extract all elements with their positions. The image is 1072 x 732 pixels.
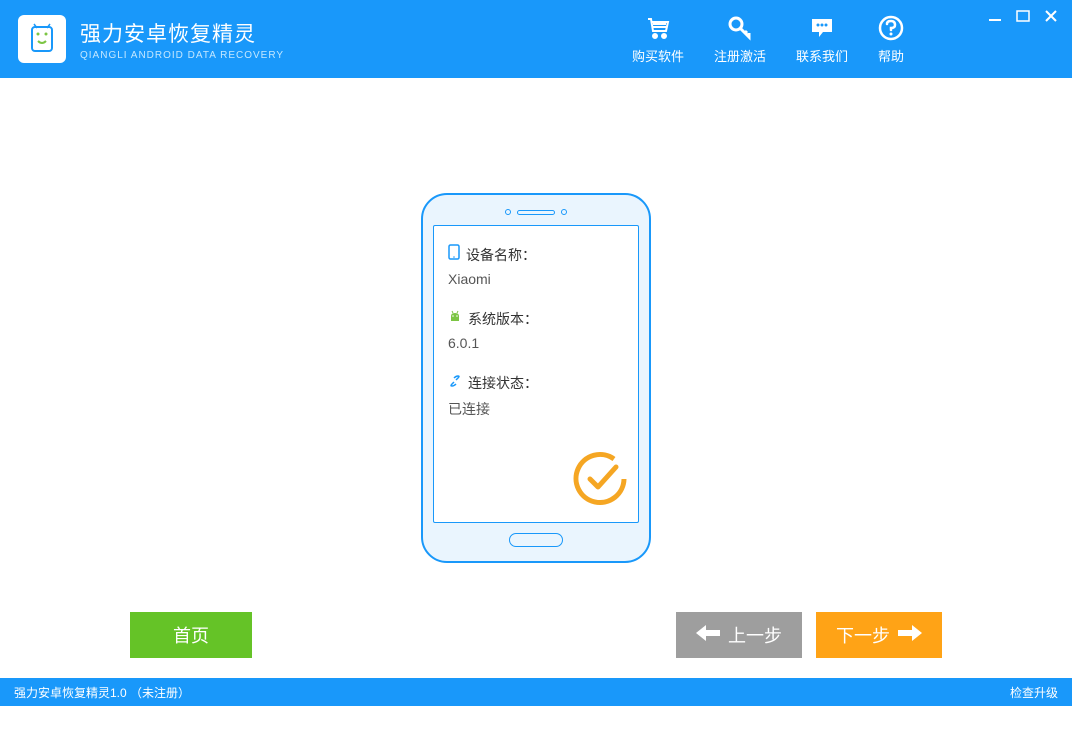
android-icon [448, 310, 462, 329]
device-name-block: 设备名称： Xiaomi [448, 244, 624, 287]
arrow-left-icon [696, 625, 720, 646]
status-value: 已连接 [448, 399, 624, 419]
app-header: 强力安卓恢复精灵 QIANGLI ANDROID DATA RECOVERY 购… [0, 0, 1072, 78]
activate-button[interactable]: 注册激活 [714, 14, 766, 65]
link-icon [448, 374, 462, 393]
title-block: 强力安卓恢复精灵 QIANGLI ANDROID DATA RECOVERY [80, 18, 284, 61]
chat-icon [809, 14, 835, 42]
buy-label: 购买软件 [632, 46, 684, 65]
version-value: 6.0.1 [448, 335, 624, 351]
check-update-link[interactable]: 检查升级 [1010, 684, 1058, 701]
status-bar: 强力安卓恢复精灵1.0 （未注册） 检查升级 [0, 678, 1072, 706]
system-version-block: 系统版本： 6.0.1 [448, 309, 624, 351]
next-button-label: 下一步 [836, 622, 890, 648]
device-name-value: Xiaomi [448, 271, 624, 287]
help-label: 帮助 [878, 46, 904, 65]
previous-button[interactable]: 上一步 [676, 612, 802, 658]
navigation-buttons: 首页 上一步 下一步 [0, 612, 1072, 658]
version-label: 系统版本： [468, 309, 538, 329]
help-icon [878, 14, 904, 42]
next-button[interactable]: 下一步 [816, 612, 942, 658]
connected-check-icon [570, 449, 630, 514]
main-content: 设备名称： Xiaomi 系统版本： 6.0.1 连接状态： [0, 78, 1072, 678]
app-logo [18, 15, 66, 63]
phone-speaker [505, 209, 567, 215]
connection-status-block: 连接状态： 已连接 [448, 373, 624, 419]
home-button[interactable]: 首页 [130, 612, 252, 658]
phone-icon [448, 244, 460, 265]
activate-label: 注册激活 [714, 46, 766, 65]
cart-icon [644, 14, 672, 42]
prev-button-label: 上一步 [728, 622, 782, 648]
arrow-right-icon [898, 625, 922, 646]
app-subtitle: QIANGLI ANDROID DATA RECOVERY [80, 50, 284, 61]
maximize-button[interactable] [1016, 8, 1030, 26]
close-button[interactable] [1044, 8, 1058, 26]
key-icon [727, 14, 753, 42]
help-button[interactable]: 帮助 [878, 14, 904, 65]
status-label: 连接状态： [468, 373, 538, 393]
phone-illustration: 设备名称： Xiaomi 系统版本： 6.0.1 连接状态： [421, 193, 651, 563]
header-actions: 购买软件 注册激活 联系我们 [632, 14, 904, 65]
device-name-label: 设备名称： [466, 245, 536, 265]
contact-label: 联系我们 [796, 46, 848, 65]
app-title: 强力安卓恢复精灵 [80, 18, 284, 48]
footer-status: 强力安卓恢复精灵1.0 （未注册） [14, 684, 190, 701]
contact-us-button[interactable]: 联系我们 [796, 14, 848, 65]
minimize-button[interactable] [988, 8, 1002, 26]
phone-home-indicator [509, 533, 563, 547]
window-controls [988, 8, 1058, 26]
device-info-panel: 设备名称： Xiaomi 系统版本： 6.0.1 连接状态： [433, 225, 639, 523]
buy-software-button[interactable]: 购买软件 [632, 14, 684, 65]
home-button-label: 首页 [173, 622, 209, 648]
